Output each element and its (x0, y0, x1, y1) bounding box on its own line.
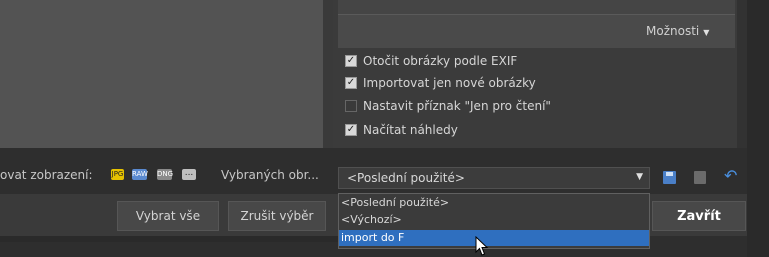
raw-format-icon[interactable]: RAW (132, 169, 148, 180)
select-all-button[interactable]: Vybrat vše (117, 201, 219, 231)
checkbox-unchecked-icon[interactable] (345, 100, 357, 112)
preset-option-highlighted[interactable]: import do F (339, 230, 649, 246)
deselect-button[interactable]: Zrušit výběr (228, 201, 326, 231)
option-label: Nastavit příznak "Jen pro čtení" (363, 99, 551, 113)
save-icon-slot (666, 172, 673, 176)
options-dropdown-label: Možnosti (646, 24, 700, 38)
dng-format-icon[interactable]: DNG (157, 169, 173, 180)
window-edge (747, 0, 769, 257)
mouse-cursor-icon (475, 236, 489, 256)
preview-divider (323, 0, 333, 148)
option-label: Otočit obrázky podle EXIF (363, 54, 518, 68)
options-dropdown[interactable]: Možnosti ▼ (646, 24, 709, 38)
preset-select-value: <Poslední použité> (347, 171, 465, 185)
options-panel-top (338, 0, 735, 14)
view-filter-label: ovat zobrazení: (0, 168, 93, 182)
option-rotate-exif[interactable]: ✓ Otočit obrázky podle EXIF (345, 52, 517, 70)
option-import-new-only[interactable]: ✓ Importovat jen nové obrázky (345, 74, 536, 92)
chevron-down-icon: ▼ (703, 28, 710, 37)
preview-area (0, 0, 323, 148)
close-button[interactable]: Zavřít (652, 201, 746, 231)
option-load-previews[interactable]: ✓ Načítat náhledy (345, 121, 458, 139)
preset-dropdown-list[interactable]: <Poslední použité> <Výchozí> import do F (338, 193, 650, 249)
delete-preset-icon[interactable] (694, 171, 706, 184)
options-scrollbar[interactable] (737, 0, 747, 148)
selected-images-label: Vybraných obr... (221, 168, 319, 182)
preset-select[interactable]: <Poslední použité> ▼ (338, 167, 650, 189)
bottom-strip (0, 236, 338, 242)
option-label: Načítat náhledy (363, 123, 458, 137)
checkbox-checked-icon[interactable]: ✓ (345, 124, 357, 136)
more-formats-icon[interactable]: ... (182, 169, 196, 180)
save-icon[interactable] (663, 171, 676, 184)
undo-icon[interactable]: ↶ (724, 166, 737, 185)
preset-option[interactable]: <Výchozí> (339, 212, 649, 228)
checkbox-checked-icon[interactable]: ✓ (345, 77, 357, 89)
option-read-only-flag[interactable]: Nastavit příznak "Jen pro čtení" (345, 97, 551, 115)
preset-option[interactable]: <Poslední použité> (339, 195, 649, 211)
jpg-format-icon[interactable]: JPG (111, 169, 124, 180)
option-label: Importovat jen nové obrázky (363, 76, 536, 90)
checkbox-checked-icon[interactable]: ✓ (345, 55, 357, 67)
chevron-down-icon: ▼ (636, 172, 643, 182)
